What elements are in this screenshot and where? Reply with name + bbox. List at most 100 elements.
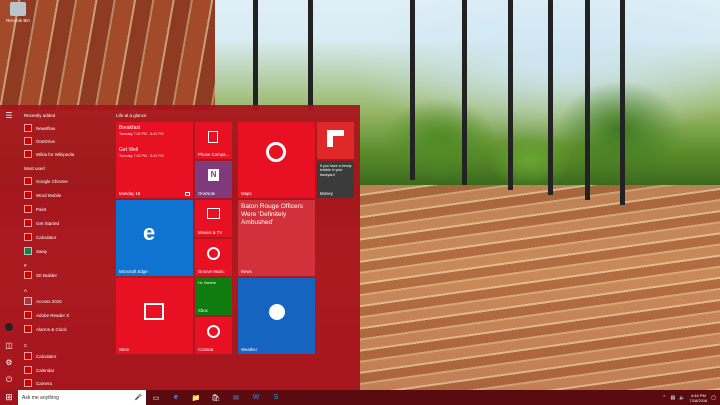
tile-label: Microsoft Edge <box>119 269 148 274</box>
newsflow-icon <box>24 124 32 132</box>
app-alarms-clock[interactable]: Alarms & Clock <box>24 323 67 335</box>
settings-gear-icon[interactable]: ⚙ <box>4 358 14 368</box>
tile-calendar[interactable]: Breakfast Tuesday 7:00 PM - 8:00 PM Get … <box>116 122 193 198</box>
file-explorer-icon[interactable]: ◫ <box>4 341 14 351</box>
app-label: Get Started <box>36 220 60 226</box>
tile-label: Maps <box>241 191 252 196</box>
tile-news[interactable]: Baton Rouge Officers Were 'Definitely Am… <box>238 200 315 276</box>
start-menu: ☰ ◫ ⚙ ⏻ Recently added Newsflow OneDrive… <box>0 105 360 390</box>
power-icon[interactable]: ⏻ <box>4 375 14 385</box>
app-access-2016[interactable]: Access 2016 <box>24 295 62 307</box>
cortana-search-box[interactable]: Ask me anything 🎤 <box>18 390 146 405</box>
tile-phone-companion[interactable]: Phone Compa... <box>195 122 232 159</box>
tile-label: Weather <box>241 347 258 352</box>
app-sway[interactable]: Sway <box>24 245 47 257</box>
tile-label: Groove Music <box>198 269 225 274</box>
app-label: Calculator <box>36 353 57 359</box>
recycle-bin-desktop-icon[interactable]: Recycle Bin <box>4 2 32 32</box>
microphone-icon[interactable]: 🎤 <box>135 394 142 401</box>
network-icon[interactable]: ▤ <box>671 395 676 401</box>
tile-movies-tv[interactable]: Movies & TV <box>195 200 232 237</box>
tile-cortana[interactable]: Cortana <box>195 317 232 354</box>
app-calendar[interactable]: Calendar <box>24 364 54 376</box>
tile-weather[interactable]: Weather <box>238 278 315 354</box>
tile-area: Life at a glance Breakfast Tuesday 7:00 … <box>110 105 360 390</box>
skype-taskbar-icon[interactable]: S <box>266 390 286 405</box>
edge-taskbar-icon[interactable]: e <box>166 390 186 405</box>
tile-maps[interactable]: Maps <box>238 122 315 198</box>
sun-icon <box>269 304 285 320</box>
onenote-icon: N <box>208 169 219 181</box>
tile-flipboard-news[interactable]: If you have a trendy bobble in your back… <box>317 161 354 198</box>
app-calculator-c[interactable]: Calculator <box>24 350 56 362</box>
app-calculator[interactable]: Calculator <box>24 231 56 243</box>
tile-microsoft-edge[interactable]: e Microsoft Edge <box>116 200 193 276</box>
sway-icon <box>24 247 32 255</box>
tile-groove-music[interactable]: Groove Music <box>195 239 232 276</box>
app-google-chrome[interactable]: Google Chrome <box>24 175 68 187</box>
wallpaper-bricks <box>360 185 720 405</box>
app-get-started[interactable]: Get Started <box>24 217 59 229</box>
app-label: Calculator <box>36 234 57 240</box>
calendar-day: Monday 18 <box>119 191 141 196</box>
section-hash[interactable]: # <box>24 263 27 268</box>
app-word-mobile[interactable]: Word Mobile <box>24 189 61 201</box>
flipboard-icon <box>327 130 344 147</box>
file-explorer-taskbar-icon[interactable]: 📁 <box>186 390 206 405</box>
paint-icon <box>24 205 32 213</box>
word-icon <box>24 191 32 199</box>
app-label: Wikia for Wikipedia <box>36 151 75 157</box>
show-hidden-icons-icon[interactable]: ⌃ <box>662 395 666 401</box>
start-rail: ☰ ◫ ⚙ ⏻ <box>0 105 18 390</box>
section-c[interactable]: C <box>24 343 27 348</box>
app-camera[interactable]: Camera <box>24 377 52 389</box>
tile-store[interactable]: Store <box>116 278 193 354</box>
section-a[interactable]: A <box>24 288 27 293</box>
clock[interactable]: 4:46 PM 7/18/2016 <box>689 393 707 403</box>
groove-icon <box>207 247 220 260</box>
app-label: Google Chrome <box>36 178 68 184</box>
get-started-icon <box>24 219 32 227</box>
app-label: Newsflow <box>36 125 56 131</box>
app-label: Adobe Reader X <box>36 312 70 318</box>
start-button[interactable]: ⊞ <box>0 390 18 405</box>
hamburger-menu-icon[interactable]: ☰ <box>4 111 14 121</box>
wallpaper-pole <box>548 0 553 195</box>
store-taskbar-icon[interactable]: 🛍 <box>206 390 226 405</box>
section-recently-added: Recently added <box>24 113 56 118</box>
app-wikia[interactable]: Wikia for Wikipedia <box>24 148 74 160</box>
app-label: Word Mobile <box>36 192 62 198</box>
tile-onenote[interactable]: N OneNote <box>195 161 232 198</box>
app-newsflow[interactable]: Newsflow <box>24 122 55 134</box>
tile-flipboard[interactable] <box>317 122 354 159</box>
calendar-event2-time: Tuesday 7:00 PM - 8:00 PM <box>119 154 164 158</box>
xbox-user: HL Harlem <box>198 281 217 285</box>
app-label: Camera <box>36 380 53 386</box>
cortana-icon <box>207 325 220 338</box>
tile-label: Xbox <box>198 308 208 313</box>
app-paint[interactable]: Paint <box>24 203 46 215</box>
wallpaper-pole <box>253 0 258 110</box>
outlook-taskbar-icon[interactable]: ✉ <box>226 390 246 405</box>
word-taskbar-icon[interactable]: W <box>246 390 266 405</box>
wallpaper-pole <box>585 0 590 200</box>
app-label: Sway <box>36 248 48 254</box>
recycle-bin-icon <box>10 2 26 16</box>
search-placeholder: Ask me anything <box>22 394 59 401</box>
volume-icon[interactable]: 🔈 <box>679 395 685 401</box>
calculator-icon <box>24 233 32 241</box>
calendar-event1-title: Breakfast <box>119 125 141 131</box>
task-view-icon[interactable]: ▭ <box>146 390 166 405</box>
3d-builder-icon <box>24 271 32 279</box>
chrome-icon <box>24 177 32 185</box>
user-avatar-icon[interactable] <box>5 323 13 331</box>
app-3d-builder[interactable]: 3D Builder <box>24 269 57 281</box>
calendar-event2-title: Get Well <box>119 147 139 153</box>
calendar-icon <box>185 192 190 196</box>
app-onedrive[interactable]: OneDrive <box>24 135 55 147</box>
tile-xbox[interactable]: HL Harlem Xbox <box>195 278 232 315</box>
app-adobe-reader[interactable]: Adobe Reader X <box>24 309 69 321</box>
action-center-icon[interactable]: ▢ <box>711 395 716 401</box>
app-label: Paint <box>36 206 47 212</box>
store-icon <box>144 303 164 320</box>
